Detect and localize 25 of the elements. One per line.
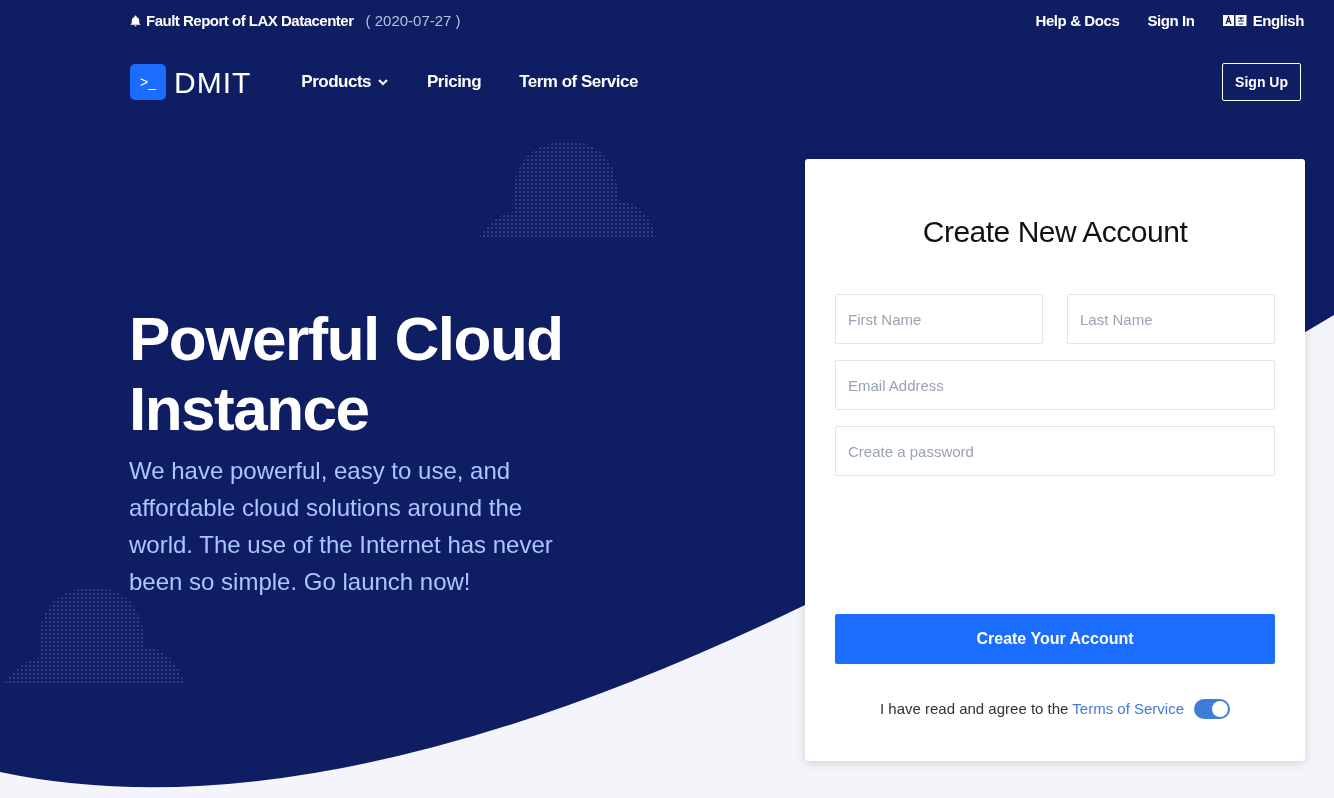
input-field[interactable]: Create a password [835, 426, 1275, 476]
nav-link[interactable]: Pricing [427, 69, 482, 95]
announcement-link[interactable]: Fault Report of LAX Datacenter [146, 9, 354, 33]
nav-link[interactable]: Term of Service [519, 69, 638, 95]
terms-link[interactable]: Terms of Service [1072, 700, 1185, 717]
bell-icon [129, 14, 142, 28]
hero-title: Powerful Cloud Instance [129, 304, 564, 444]
logo-icon: >_ [130, 64, 166, 100]
chevron-down-icon [377, 78, 389, 86]
input-field[interactable]: First Name [835, 294, 1043, 344]
translate-icon [1222, 15, 1247, 27]
logo-text: DMIT [174, 64, 252, 101]
create-account-button[interactable]: Create Your Account [835, 614, 1275, 664]
hero-subtitle: We have powerful, easy to use, and affordable cloud solutions around the world. The use of the Internet has never been so simple. Go launch now! [129, 456, 554, 597]
top-link[interactable]: Help & Docs [1035, 9, 1120, 33]
language-link[interactable]: English [1252, 9, 1304, 33]
announcement-date: ( 2020-07-27 ) [365, 10, 461, 31]
input-field[interactable]: Last Name [1067, 294, 1275, 344]
form-title: Create New Account [921, 214, 1189, 250]
agree-text: I have read and agree to the Terms of Service [879, 699, 1185, 719]
sign-up-button[interactable]: Sign Up [1222, 63, 1301, 101]
input-field[interactable]: Email Address [835, 360, 1275, 410]
top-link[interactable]: Sign In [1147, 9, 1195, 33]
agree-toggle[interactable] [1194, 699, 1231, 720]
nav-link[interactable]: Products [301, 69, 389, 95]
